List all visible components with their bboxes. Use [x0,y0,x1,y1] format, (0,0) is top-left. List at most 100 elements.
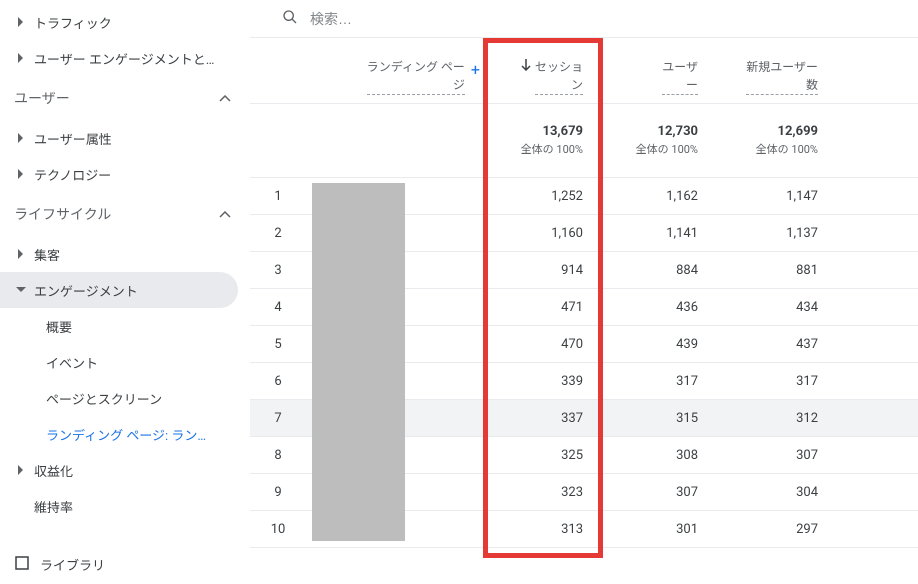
sidebar-sub-label: ランディング ページ: ラン… [46,425,206,444]
sidebar-item-technology[interactable]: テクノロジー [0,156,250,192]
total-sub: 全体の 100% [718,141,818,157]
table-header: ランディング ペー ジ + セッショ ン ユーザ ー 新規ユーザー 数 [250,38,918,104]
sidebar-item-engagement[interactable]: エンゲージメント [0,272,238,308]
sidebar-section-label: ユーザー [14,88,218,108]
table-totals-row: 13,679 全体の 100% 12,730 全体の 100% 12,699 全… [250,104,918,178]
row-users: 315 [603,411,718,426]
search-bar [250,0,918,38]
row-users: 439 [603,337,718,352]
metric-header-new-users[interactable]: 新規ユーザー 数 [718,58,838,95]
sidebar-item-label: ユーザー エンゲージメントと… [34,49,236,68]
row-sessions: 470 [488,337,603,352]
sidebar-item-label: エンゲージメント [34,281,224,300]
total-sub: 全体の 100% [488,141,583,157]
caret-right-icon [14,133,28,143]
row-index: 7 [250,411,306,426]
metric-label: ユーザ ー [662,58,698,95]
caret-down-icon [14,287,28,294]
sidebar-item-label: トラフィック [34,13,236,32]
sidebar-item-label: 収益化 [34,461,236,480]
row-users: 307 [603,485,718,500]
sort-down-icon [521,58,531,76]
sidebar-section-label: ライフサイクル [14,204,218,224]
row-new-users: 881 [718,263,838,278]
search-input[interactable] [310,11,510,27]
sidebar: トラフィック ユーザー エンゲージメントと… ユーザー ユーザー属性 テクノロジ… [0,0,250,569]
row-index: 4 [250,300,306,315]
sidebar-item-user-engagement[interactable]: ユーザー エンゲージメントと… [0,40,250,76]
row-users: 317 [603,374,718,389]
row-users: 308 [603,448,718,463]
sidebar-item-label: テクノロジー [34,165,236,184]
row-users: 884 [603,263,718,278]
row-sessions: 337 [488,411,603,426]
sidebar-sub-pages-screens[interactable]: ページとスクリーン [0,380,250,416]
row-sessions: 471 [488,300,603,315]
add-dimension-icon[interactable]: + [471,58,480,95]
row-new-users: 297 [718,522,838,537]
chevron-up-icon [218,211,232,218]
sidebar-item-user-attributes[interactable]: ユーザー属性 [0,120,250,156]
row-new-users: 307 [718,448,838,463]
sidebar-sub-landing-page[interactable]: ランディング ページ: ラン… [0,416,250,452]
sidebar-sub-label: 概要 [46,317,72,336]
caret-right-icon [14,249,28,259]
metric-label: 新規ユーザー 数 [746,58,818,95]
sidebar-item-retention[interactable]: 維持率 [0,488,250,524]
redacted-overlay [312,183,405,541]
sidebar-item-label: 集客 [34,245,236,264]
row-new-users: 1,147 [718,189,838,204]
sidebar-item-acquisition[interactable]: 集客 [0,236,250,272]
sidebar-sub-label: イベント [46,353,98,372]
metric-header-users[interactable]: ユーザ ー [603,58,718,95]
row-users: 1,141 [603,226,718,241]
sidebar-item-monetization[interactable]: 収益化 [0,452,250,488]
row-new-users: 434 [718,300,838,315]
caret-right-icon [14,465,28,475]
row-new-users: 437 [718,337,838,352]
sidebar-sub-events[interactable]: イベント [0,344,250,380]
row-sessions: 313 [488,522,603,537]
total-sessions: 13,679 [488,124,583,139]
metric-header-sessions[interactable]: セッショ ン [488,58,603,95]
row-index: 6 [250,374,306,389]
sidebar-sub-overview[interactable]: 概要 [0,308,250,344]
row-sessions: 339 [488,374,603,389]
sidebar-section-user[interactable]: ユーザー [0,76,250,120]
total-new-users: 12,699 [718,124,818,139]
row-new-users: 1,137 [718,226,838,241]
row-index: 9 [250,485,306,500]
row-index: 3 [250,263,306,278]
row-users: 301 [603,522,718,537]
row-sessions: 1,160 [488,226,603,241]
row-sessions: 323 [488,485,603,500]
total-users: 12,730 [603,124,698,139]
sidebar-item-label: ユーザー属性 [34,129,236,148]
chevron-up-icon [218,95,232,102]
row-sessions: 1,252 [488,189,603,204]
caret-right-icon [14,17,28,27]
library-icon [14,555,30,575]
row-index: 10 [250,522,306,537]
row-new-users: 304 [718,485,838,500]
row-users: 436 [603,300,718,315]
caret-right-icon [14,53,28,63]
dimension-header[interactable]: ランディング ペー ジ + [306,58,488,95]
caret-right-icon [14,169,28,179]
library-label: ライブラリ [40,555,105,574]
row-index: 2 [250,226,306,241]
main-content: ランディング ペー ジ + セッショ ン ユーザ ー 新規ユーザー 数 13,6… [250,0,918,569]
dimension-header-label: ランディング ペー ジ [367,58,465,95]
search-icon [282,9,298,29]
sidebar-library[interactable]: ライブラリ [0,544,250,584]
row-users: 1,162 [603,189,718,204]
row-new-users: 317 [718,374,838,389]
row-new-users: 312 [718,411,838,426]
sidebar-section-lifecycle[interactable]: ライフサイクル [0,192,250,236]
row-index: 8 [250,448,306,463]
row-index: 1 [250,189,306,204]
row-sessions: 325 [488,448,603,463]
row-index: 5 [250,337,306,352]
metric-label: セッショ ン [535,58,583,95]
sidebar-item-traffic[interactable]: トラフィック [0,4,250,40]
